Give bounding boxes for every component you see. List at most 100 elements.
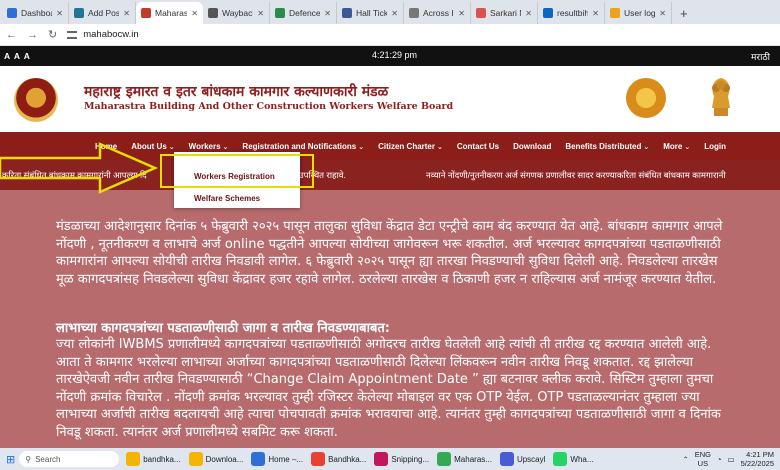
app-icon — [437, 452, 452, 466]
browser-tab[interactable]: Wayback ✕ — [203, 2, 270, 24]
app-icon — [251, 452, 266, 466]
taskbar-app[interactable]: Home –... — [248, 452, 306, 466]
url-text[interactable]: mahabocw.in — [83, 29, 138, 40]
tab-label: Defence J — [289, 8, 321, 18]
os-taskbar: ⊞ ⚲ Search bandhka... Downloa... Home –...… — [0, 448, 780, 470]
national-emblem-logo — [712, 78, 730, 116]
taskbar-app-label: bandhka... — [143, 454, 181, 464]
taskbar-app[interactable]: Bandhka... — [308, 452, 369, 466]
address-bar: ← → ↻ mahabocw.in — [0, 24, 780, 46]
browser-tab[interactable]: Sarkari N ✕ — [471, 2, 538, 24]
close-tab-icon[interactable]: ✕ — [324, 9, 331, 18]
clock-date: 5/22/2025 — [740, 459, 774, 468]
ticker-text-3[interactable]: नव्याने नोंदणी/नुतनीकरण अर्ज संगणक प्रणा… — [426, 170, 726, 181]
browser-tab[interactable]: Add Post ✕ — [69, 2, 136, 24]
chevron-down-icon: ⌄ — [437, 143, 443, 151]
utility-bar: A A A 4:21:29 pm मराठी — [0, 46, 780, 66]
close-tab-icon[interactable]: ✕ — [525, 9, 532, 18]
close-tab-icon[interactable]: ✕ — [458, 9, 465, 18]
close-tab-icon[interactable]: ✕ — [592, 9, 599, 18]
taskbar-app[interactable]: Downloa... — [186, 452, 247, 466]
browser-tab[interactable]: Across Ind ✕ — [404, 2, 471, 24]
wifi-icon[interactable]: ◔ — [717, 455, 722, 464]
tab-favicon-icon — [275, 8, 285, 18]
nav-item-login[interactable]: Login — [697, 142, 733, 151]
tab-favicon-icon — [74, 8, 84, 18]
nav-item-benefits-distributed[interactable]: Benefits Distributed ⌄ — [558, 142, 656, 151]
close-tab-icon[interactable]: ✕ — [191, 9, 198, 18]
close-tab-icon[interactable]: ✕ — [123, 9, 130, 18]
nav-item-label: More — [663, 141, 683, 151]
windows-start-icon[interactable]: ⊞ — [6, 453, 15, 466]
url-field[interactable]: mahabocw.in — [67, 29, 139, 40]
close-tab-icon[interactable]: ✕ — [257, 9, 264, 18]
new-tab-button[interactable]: + — [672, 2, 696, 24]
notice-paragraph-1: मंडळाच्या आदेशानुसार दिनांक ५ फेब्रुवारी… — [56, 219, 723, 287]
taskbar-app[interactable]: Maharas... — [434, 452, 495, 466]
app-icon — [126, 452, 141, 466]
tab-favicon-icon — [610, 8, 620, 18]
tab-label: Sarkari N — [490, 8, 521, 18]
font-size-controls[interactable]: A A A — [4, 51, 31, 61]
nav-item-citizen-charter[interactable]: Citizen Charter ⌄ — [371, 142, 450, 151]
nav-item-workers[interactable]: Workers ⌄ — [182, 142, 236, 151]
nav-item-download[interactable]: Download — [506, 142, 558, 151]
nav-item-label: Citizen Charter — [378, 141, 435, 151]
search-placeholder: Search — [35, 454, 61, 464]
nav-item-label: Download — [513, 141, 552, 151]
nav-item-more[interactable]: More ⌄ — [656, 142, 697, 151]
reload-icon[interactable]: ↻ — [48, 28, 57, 41]
taskbar-app[interactable]: Upscayl — [497, 452, 548, 466]
language-indicator[interactable]: ENG US — [695, 450, 711, 468]
close-tab-icon[interactable]: ✕ — [56, 9, 63, 18]
app-icon — [374, 452, 389, 466]
browser-tab[interactable]: Dashboard ✕ — [2, 2, 69, 24]
chevron-down-icon: ⌄ — [643, 143, 650, 151]
taskbar-app-label: Snipping... — [391, 454, 430, 464]
forward-icon[interactable]: → — [27, 29, 38, 41]
system-clock[interactable]: 4:21 PM 5/22/2025 — [741, 450, 774, 468]
dropdown-item-welfare-schemes[interactable]: Welfare Schemes — [174, 194, 300, 203]
close-tab-icon[interactable]: ✕ — [391, 9, 398, 18]
nav-item-registration-and-notifications[interactable]: Registration and Notifications ⌄ — [235, 142, 371, 151]
nav-item-contact-us[interactable]: Contact Us — [450, 142, 506, 151]
tab-favicon-icon — [7, 8, 17, 18]
maharashtra-seal-logo — [626, 78, 666, 118]
nav-item-label: Login — [704, 141, 726, 151]
app-icon — [311, 452, 326, 466]
tab-favicon-icon — [409, 8, 419, 18]
system-tray: ⌃ ENG US ◔ ▭ 4:21 PM 5/22/2025 — [682, 450, 774, 468]
nav-item-label: Workers — [188, 141, 221, 151]
browser-tab[interactable]: Maharashtra✕ — [136, 2, 203, 24]
taskbar-app[interactable]: bandhka... — [123, 452, 183, 466]
taskbar-app[interactable]: Snipping... — [371, 452, 432, 466]
browser-tab[interactable]: User login✕ — [605, 2, 672, 24]
taskbar-app-label: Home –... — [268, 454, 304, 464]
browser-tab[interactable]: Hall Ticket ✕ — [337, 2, 404, 24]
board-logo[interactable] — [14, 78, 58, 122]
tab-label: Wayback — [222, 8, 254, 18]
taskbar-search[interactable]: ⚲ Search — [19, 451, 120, 467]
app-icon — [553, 452, 568, 466]
chevron-down-icon: ⌄ — [684, 143, 691, 151]
nav-item-label: Registration and Notifications — [242, 141, 357, 151]
chevron-up-icon[interactable]: ⌃ — [682, 455, 688, 464]
back-icon[interactable]: ← — [6, 29, 17, 41]
notice-paragraph-2: ज्या लोकांनी IWBMS प्रणालीमध्ये कागदपत्र… — [56, 337, 721, 440]
language-toggle[interactable]: मराठी — [751, 50, 770, 63]
annotation-arrow-icon — [0, 142, 159, 194]
browser-tab-strip: Dashboard✕Add Post✕Maharashtra✕Wayback✕D… — [0, 0, 780, 24]
chevron-down-icon: ⌄ — [358, 143, 365, 151]
clock-time: 4:21 PM — [746, 450, 774, 459]
notice-heading: लाभाच्या कागदपत्रांच्या पडताळणीसाठी जागा… — [56, 321, 390, 336]
taskbar-app[interactable]: Wha... — [550, 452, 596, 466]
close-tab-icon[interactable]: ✕ — [659, 9, 666, 18]
browser-tab[interactable]: resultbiha ✕ — [538, 2, 605, 24]
tab-favicon-icon — [141, 8, 151, 18]
tab-favicon-icon — [208, 8, 218, 18]
battery-icon[interactable]: ▭ — [728, 455, 735, 464]
browser-tab[interactable]: Defence J✕ — [270, 2, 337, 24]
site-info-icon[interactable] — [67, 30, 78, 39]
app-icon — [188, 452, 203, 466]
app-icon — [499, 452, 514, 466]
